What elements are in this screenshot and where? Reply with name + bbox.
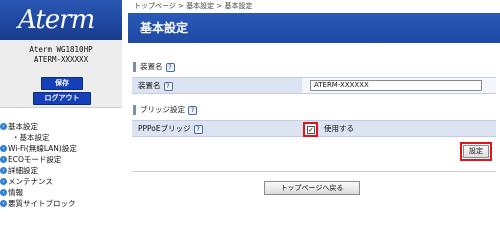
nav-item-advanced-settings[interactable]: › 詳細設定 (0, 165, 122, 176)
device-name: ATERM-XXXXXX (33, 55, 89, 64)
section-bridge-settings: ブリッジ設定? (132, 103, 496, 117)
page-title: 基本設定 (140, 21, 189, 35)
save-button[interactable]: 保存 (41, 77, 83, 90)
nav-item-information[interactable]: › 情報 (0, 187, 122, 198)
divider (132, 171, 496, 172)
help-icon[interactable]: ? (188, 105, 197, 115)
help-icon[interactable]: ? (193, 124, 203, 134)
set-button[interactable]: 設定 (463, 145, 489, 158)
device-name-input[interactable]: ATERM-XXXXXX (310, 80, 482, 91)
circle-arrow-icon: › (0, 167, 7, 174)
nav-subitem-label: 基本設定 (19, 133, 50, 142)
sidebar: Aterm Aterm WG1810HP ATERM-XXXXXX 保存 ログア… (0, 0, 122, 221)
nav-subitem-basic-settings[interactable]: ・基本設定 (0, 132, 122, 143)
device-model: Aterm WG1810HP (29, 45, 93, 54)
pppoe-bridge-label: PPPoEブリッジ? (138, 121, 203, 136)
set-button-highlight: 設定 (460, 142, 492, 161)
pppoe-use-label: 使用する (324, 124, 354, 133)
help-icon[interactable]: ? (163, 81, 173, 91)
nav-item-label: 基本設定 (8, 122, 38, 131)
pppoe-bridge-checkbox[interactable]: ✓ (307, 126, 315, 134)
nav-item-basic-settings[interactable]: › 基本設定 (0, 121, 122, 132)
logout-button[interactable]: ログアウト (33, 92, 91, 105)
help-icon[interactable]: ? (165, 62, 175, 72)
section-title: 装置名 (140, 62, 163, 71)
section-title: ブリッジ設定 (140, 105, 185, 114)
nav-item-label: 情報 (8, 188, 23, 197)
back-to-top-button[interactable]: トップページへ戻る (264, 181, 360, 195)
aterm-logo: Aterm (18, 5, 95, 35)
device-info-panel: Aterm WG1810HP ATERM-XXXXXX 保存 ログアウト (0, 40, 122, 108)
pppoe-bridge-row: PPPoEブリッジ? ✓ 使用する (132, 120, 496, 137)
circle-arrow-icon: › (0, 200, 7, 207)
pppoe-checkbox-highlight: ✓ (303, 122, 318, 137)
brand-header: Aterm (0, 0, 122, 40)
nav-item-label: Wi-Fi(無線LAN)設定 (8, 144, 77, 153)
device-name-label: 装置名? (138, 78, 173, 93)
sidebar-nav: › 基本設定 ・基本設定 › Wi-Fi(無線LAN)設定 › ECOモード設定… (0, 121, 122, 209)
device-name-row: 装置名? ATERM-XXXXXX (132, 77, 496, 94)
nav-item-wifi-settings[interactable]: › Wi-Fi(無線LAN)設定 (0, 143, 122, 154)
nav-item-eco-mode[interactable]: › ECOモード設定 (0, 154, 122, 165)
circle-arrow-icon: › (0, 123, 7, 130)
nav-item-maintenance[interactable]: › メンテナンス (0, 176, 122, 187)
circle-arrow-icon: › (0, 145, 7, 152)
nav-item-malicious-site-block[interactable]: › 悪質サイトブロック (0, 198, 122, 209)
breadcrumb: トップページ > 基本設定 > 基本設定 (134, 2, 253, 10)
circle-arrow-icon: › (0, 156, 7, 163)
nav-item-label: 悪質サイトブロック (8, 199, 76, 208)
main-content: トップページ > 基本設定 > 基本設定 基本設定 装置名? 装置名? ATER… (128, 0, 500, 221)
nav-item-label: メンテナンス (8, 177, 53, 186)
section-device-name: 装置名? (132, 60, 496, 74)
circle-arrow-icon: › (0, 178, 7, 185)
circle-arrow-icon: › (0, 189, 7, 196)
nav-item-label: ECOモード設定 (8, 155, 62, 164)
device-name-field-cell: ATERM-XXXXXX (302, 78, 496, 93)
page-title-bar: 基本設定 (128, 13, 500, 43)
nav-item-label: 詳細設定 (8, 166, 38, 175)
